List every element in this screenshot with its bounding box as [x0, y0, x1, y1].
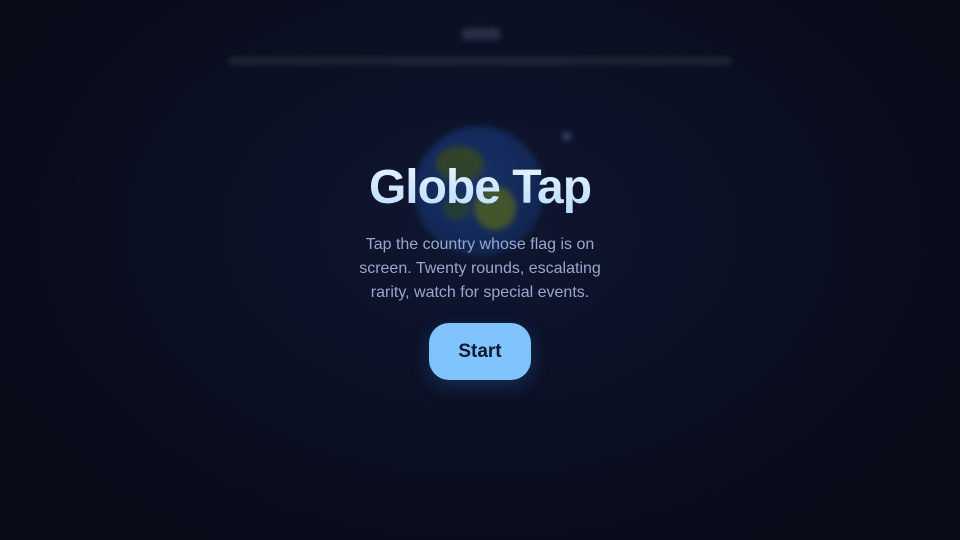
- game-description: Tap the country whose flag is on screen.…: [359, 236, 601, 301]
- start-button[interactable]: Start: [429, 323, 531, 380]
- start-menu-overlay: Globe Tap Tap the country whose flag is …: [0, 0, 960, 540]
- game-screen: Globe Tap Tap the country whose flag is …: [0, 0, 960, 540]
- game-title: Globe Tap: [280, 160, 680, 215]
